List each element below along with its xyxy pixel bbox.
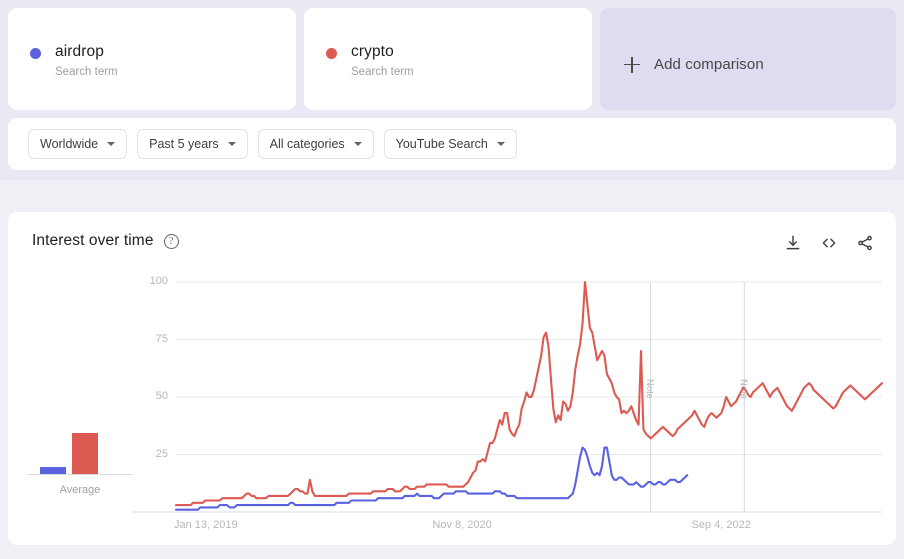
x-axis-tick: Jan 13, 2019 bbox=[174, 519, 238, 531]
embed-code-icon[interactable] bbox=[820, 234, 838, 252]
series-line-airdrop bbox=[176, 448, 687, 510]
search-term-name: airdrop bbox=[55, 42, 118, 62]
average-bar-crypto bbox=[72, 433, 98, 474]
average-bar-airdrop bbox=[40, 467, 66, 474]
filter-location[interactable]: Worldwide bbox=[28, 129, 127, 159]
chart-header: Interest over time ? bbox=[8, 212, 896, 272]
y-axis-tick: 50 bbox=[134, 390, 168, 402]
chart-actions bbox=[784, 234, 874, 252]
plus-icon bbox=[624, 57, 640, 73]
chevron-down-icon bbox=[354, 142, 362, 146]
series-color-dot-airdrop bbox=[30, 48, 41, 59]
average-axis-line bbox=[28, 474, 132, 475]
trends-line-chart[interactable]: 25 50 75 100 Jan 13, 2019 Nov 8, 2020 Sep 4, 2… bbox=[132, 272, 896, 545]
search-terms-band: airdrop Search term crypto Search term A… bbox=[0, 0, 904, 180]
chart-note-annotation[interactable]: Note bbox=[644, 379, 655, 399]
filter-location-label: Worldwide bbox=[40, 137, 98, 151]
chart-note-annotation[interactable]: Note bbox=[738, 379, 749, 399]
average-label: Average bbox=[28, 484, 132, 496]
search-term-card-crypto[interactable]: crypto Search term bbox=[304, 8, 592, 110]
search-terms-row: airdrop Search term crypto Search term A… bbox=[8, 8, 896, 110]
y-axis-tick: 75 bbox=[134, 333, 168, 345]
x-axis-tick: Sep 4, 2022 bbox=[691, 519, 750, 531]
series-line-crypto bbox=[176, 282, 882, 505]
chevron-down-icon bbox=[228, 142, 236, 146]
search-term-subtitle: Search term bbox=[351, 64, 414, 80]
x-axis-tick: Nov 8, 2020 bbox=[432, 519, 491, 531]
filter-time-range-label: Past 5 years bbox=[149, 137, 218, 151]
search-term-name: crypto bbox=[351, 42, 414, 62]
search-term-subtitle: Search term bbox=[55, 64, 118, 80]
filter-time-range[interactable]: Past 5 years bbox=[137, 129, 247, 159]
average-bar-chart: Average bbox=[28, 312, 132, 502]
add-comparison-button[interactable]: Add comparison bbox=[600, 8, 896, 110]
y-axis-tick: 100 bbox=[134, 275, 168, 287]
chevron-down-icon bbox=[497, 142, 505, 146]
series-color-dot-crypto bbox=[326, 48, 337, 59]
filter-category[interactable]: All categories bbox=[258, 129, 374, 159]
filter-category-label: All categories bbox=[270, 137, 345, 151]
help-circle-icon[interactable]: ? bbox=[164, 234, 179, 249]
search-term-card-airdrop[interactable]: airdrop Search term bbox=[8, 8, 296, 110]
interest-over-time-card: Interest over time ? bbox=[8, 212, 896, 545]
page-title: Interest over time bbox=[32, 232, 154, 250]
add-comparison-label: Add comparison bbox=[654, 56, 764, 73]
filter-bar: Worldwide Past 5 years All categories Yo… bbox=[8, 118, 896, 170]
download-icon[interactable] bbox=[784, 234, 802, 252]
average-bars bbox=[28, 334, 132, 474]
share-icon[interactable] bbox=[856, 234, 874, 252]
y-axis-tick: 25 bbox=[134, 448, 168, 460]
filter-search-type-label: YouTube Search bbox=[396, 137, 488, 151]
plot-area: Average 25 50 75 100 Jan 13, 2019 Nov 8, 2020… bbox=[8, 272, 896, 545]
filter-search-type[interactable]: YouTube Search bbox=[384, 129, 517, 159]
chevron-down-icon bbox=[107, 142, 115, 146]
